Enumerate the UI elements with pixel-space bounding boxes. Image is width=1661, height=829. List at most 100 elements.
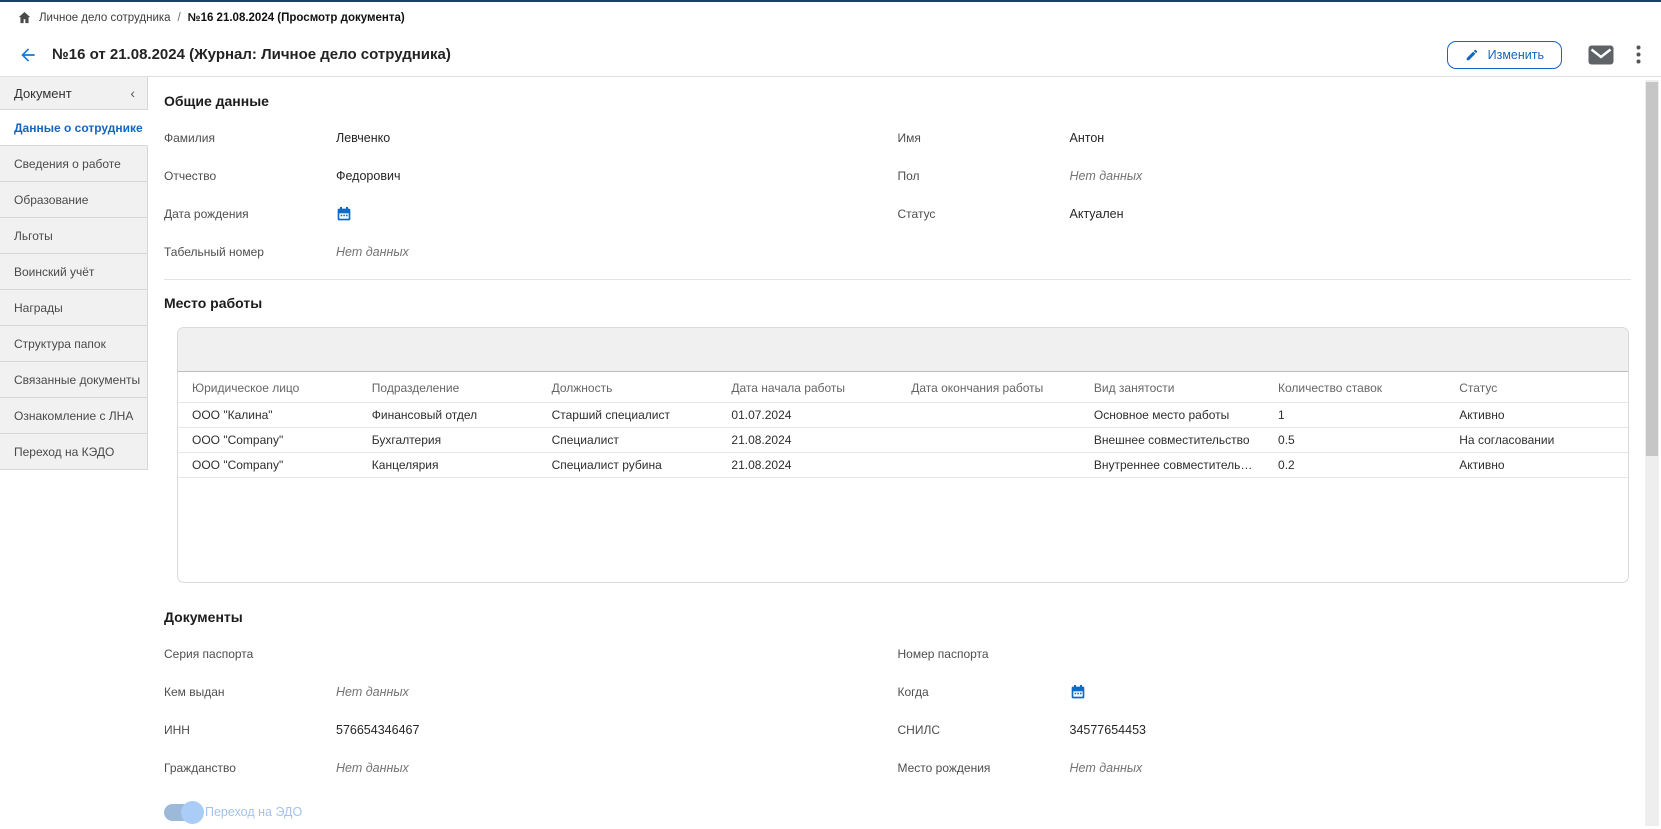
col-rate-count: Количество ставок (1264, 372, 1445, 403)
cell-rate-count: 1 (1264, 403, 1445, 428)
sidebar-item-education[interactable]: Образование (0, 182, 148, 218)
sidebar-item-work-info[interactable]: Сведения о работе (0, 146, 148, 182)
pencil-icon (1465, 48, 1479, 62)
arrow-left-icon[interactable] (18, 45, 38, 65)
cell-rate-count: 0.5 (1264, 428, 1445, 453)
calendar-icon[interactable] (336, 206, 352, 222)
col-department: Подразделение (358, 372, 538, 403)
edit-button-label: Изменить (1488, 48, 1544, 62)
field-label: СНИЛС (898, 723, 1070, 737)
field-passport-series: Серия паспорта (164, 635, 898, 673)
cell-department: Финансовый отдел (358, 403, 538, 428)
home-icon[interactable] (17, 10, 32, 25)
app-window: Личное дело сотрудника / №16 21.08.2024 … (0, 0, 1661, 829)
sidebar-item-awards[interactable]: Награды (0, 290, 148, 326)
cell-legal-entity: ООО "Company" (178, 453, 358, 478)
sidebar-item-lna-review[interactable]: Ознакомление с ЛНА (0, 398, 148, 434)
field-label: Имя (898, 131, 1070, 145)
field-birth-place: Место рождения Нет данных (898, 749, 1632, 787)
field-value: Левченко (336, 131, 390, 145)
cell-end-date (897, 428, 1080, 453)
col-status: Статус (1445, 372, 1628, 403)
field-value: Нет данных (336, 761, 409, 775)
cell-start-date: 21.08.2024 (717, 428, 897, 453)
cell-end-date (897, 403, 1080, 428)
field-birth-date: Дата рождения (164, 195, 898, 233)
field-label: Место рождения (898, 761, 1070, 775)
table-row[interactable]: ООО "Калина" Финансовый отдел Старший сп… (178, 403, 1628, 428)
sidebar-item-employee-data[interactable]: Данные о сотруднике (0, 110, 148, 146)
envelope-icon[interactable] (1588, 45, 1614, 65)
cell-legal-entity: ООО "Калина" (178, 403, 358, 428)
cell-rate-count: 0.2 (1264, 453, 1445, 478)
vertical-scrollbar[interactable] (1645, 80, 1659, 826)
table-row[interactable]: ООО "Company" Канцелярия Специалист руби… (178, 453, 1628, 478)
chevron-left-icon[interactable]: ‹ (130, 85, 135, 101)
workplace-table-card: Юридическое лицо Подразделение Должность… (177, 327, 1629, 583)
field-first-name: Имя Антон (898, 119, 1632, 157)
sidebar-item-benefits[interactable]: Льготы (0, 218, 148, 254)
sidebar-item-linked-documents[interactable]: Связанные документы (0, 362, 148, 398)
cell-start-date: 21.08.2024 (717, 453, 897, 478)
sidebar-item-label: Льготы (14, 229, 53, 243)
field-label: Когда (898, 685, 1070, 699)
field-value: Нет данных (336, 245, 409, 259)
field-middle-name: Отчество Федорович (164, 157, 898, 195)
cell-department: Бухгалтерия (358, 428, 538, 453)
breadcrumb-parent[interactable]: Личное дело сотрудника (39, 12, 171, 24)
field-label: Отчество (164, 169, 336, 183)
field-label: Табельный номер (164, 245, 336, 259)
field-snils: СНИЛС 34577654453 (898, 711, 1632, 749)
sidebar-item-label: Связанные документы (14, 373, 140, 387)
section-divider (164, 279, 1631, 280)
edit-button[interactable]: Изменить (1447, 41, 1562, 69)
kebab-menu-icon[interactable] (1636, 45, 1641, 64)
sidebar-item-label: Награды (14, 301, 63, 315)
breadcrumb-current: №16 21.08.2024 (Просмотр документа) (188, 12, 405, 24)
sidebar-item-label: Образование (14, 193, 88, 207)
sidebar-item-label: Данные о сотруднике (14, 121, 143, 135)
general-fields: Фамилия Левченко Отчество Федорович Дата… (164, 119, 1631, 271)
field-gender: Пол Нет данных (898, 157, 1632, 195)
sidebar-item-folder-structure[interactable]: Структура папок (0, 326, 148, 362)
edo-toggle-switch[interactable] (164, 804, 202, 821)
scrollbar-thumb[interactable] (1646, 82, 1658, 456)
table-row[interactable]: ООО "Company" Бухгалтерия Специалист 21.… (178, 428, 1628, 453)
sidebar-item-kedo-transition[interactable]: Переход на КЭДО (0, 434, 148, 470)
field-label: Статус (898, 207, 1070, 221)
cell-employment-type: Основное место работы (1080, 403, 1264, 428)
field-citizenship: Гражданство Нет данных (164, 749, 898, 787)
field-issued-by: Кем выдан Нет данных (164, 673, 898, 711)
cell-position: Старший специалист (538, 403, 718, 428)
sidebar-header: Документ ‹ (0, 77, 148, 110)
col-end-date: Дата окончания работы (897, 372, 1080, 403)
field-label: Гражданство (164, 761, 336, 775)
field-label: Пол (898, 169, 1070, 183)
col-employment-type: Вид занятости (1080, 372, 1264, 403)
field-value: Нет данных (336, 685, 409, 699)
breadcrumb: Личное дело сотрудника / №16 21.08.2024 … (0, 2, 1661, 33)
field-value: Нет данных (1070, 169, 1143, 183)
sidebar-item-label: Переход на КЭДО (14, 445, 114, 459)
edo-toggle-label: Переход на ЭДО (205, 805, 302, 819)
field-last-name: Фамилия Левченко (164, 119, 898, 157)
workplace-section-heading: Место работы (164, 295, 1631, 311)
cell-status: Активно (1445, 403, 1628, 428)
field-value: Федорович (336, 169, 400, 183)
field-label: Кем выдан (164, 685, 336, 699)
cell-legal-entity: ООО "Company" (178, 428, 358, 453)
calendar-icon[interactable] (1070, 684, 1086, 700)
sidebar-item-military[interactable]: Воинский учёт (0, 254, 148, 290)
document-sidebar: Документ ‹ Данные о сотруднике Сведения … (0, 77, 148, 829)
field-value: 34577654453 (1070, 723, 1146, 737)
field-value: Актуален (1070, 207, 1124, 221)
field-value: Антон (1070, 131, 1105, 145)
field-passport-number: Номер паспорта (898, 635, 1632, 673)
cell-status: Активно (1445, 453, 1628, 478)
sidebar-title: Документ (14, 86, 72, 101)
field-label: Номер паспорта (898, 647, 1070, 661)
workplace-table-toolbar (178, 328, 1628, 372)
cell-position: Специалист рубина (538, 453, 718, 478)
breadcrumb-separator: / (178, 12, 181, 24)
sidebar-item-label: Структура папок (14, 337, 106, 351)
